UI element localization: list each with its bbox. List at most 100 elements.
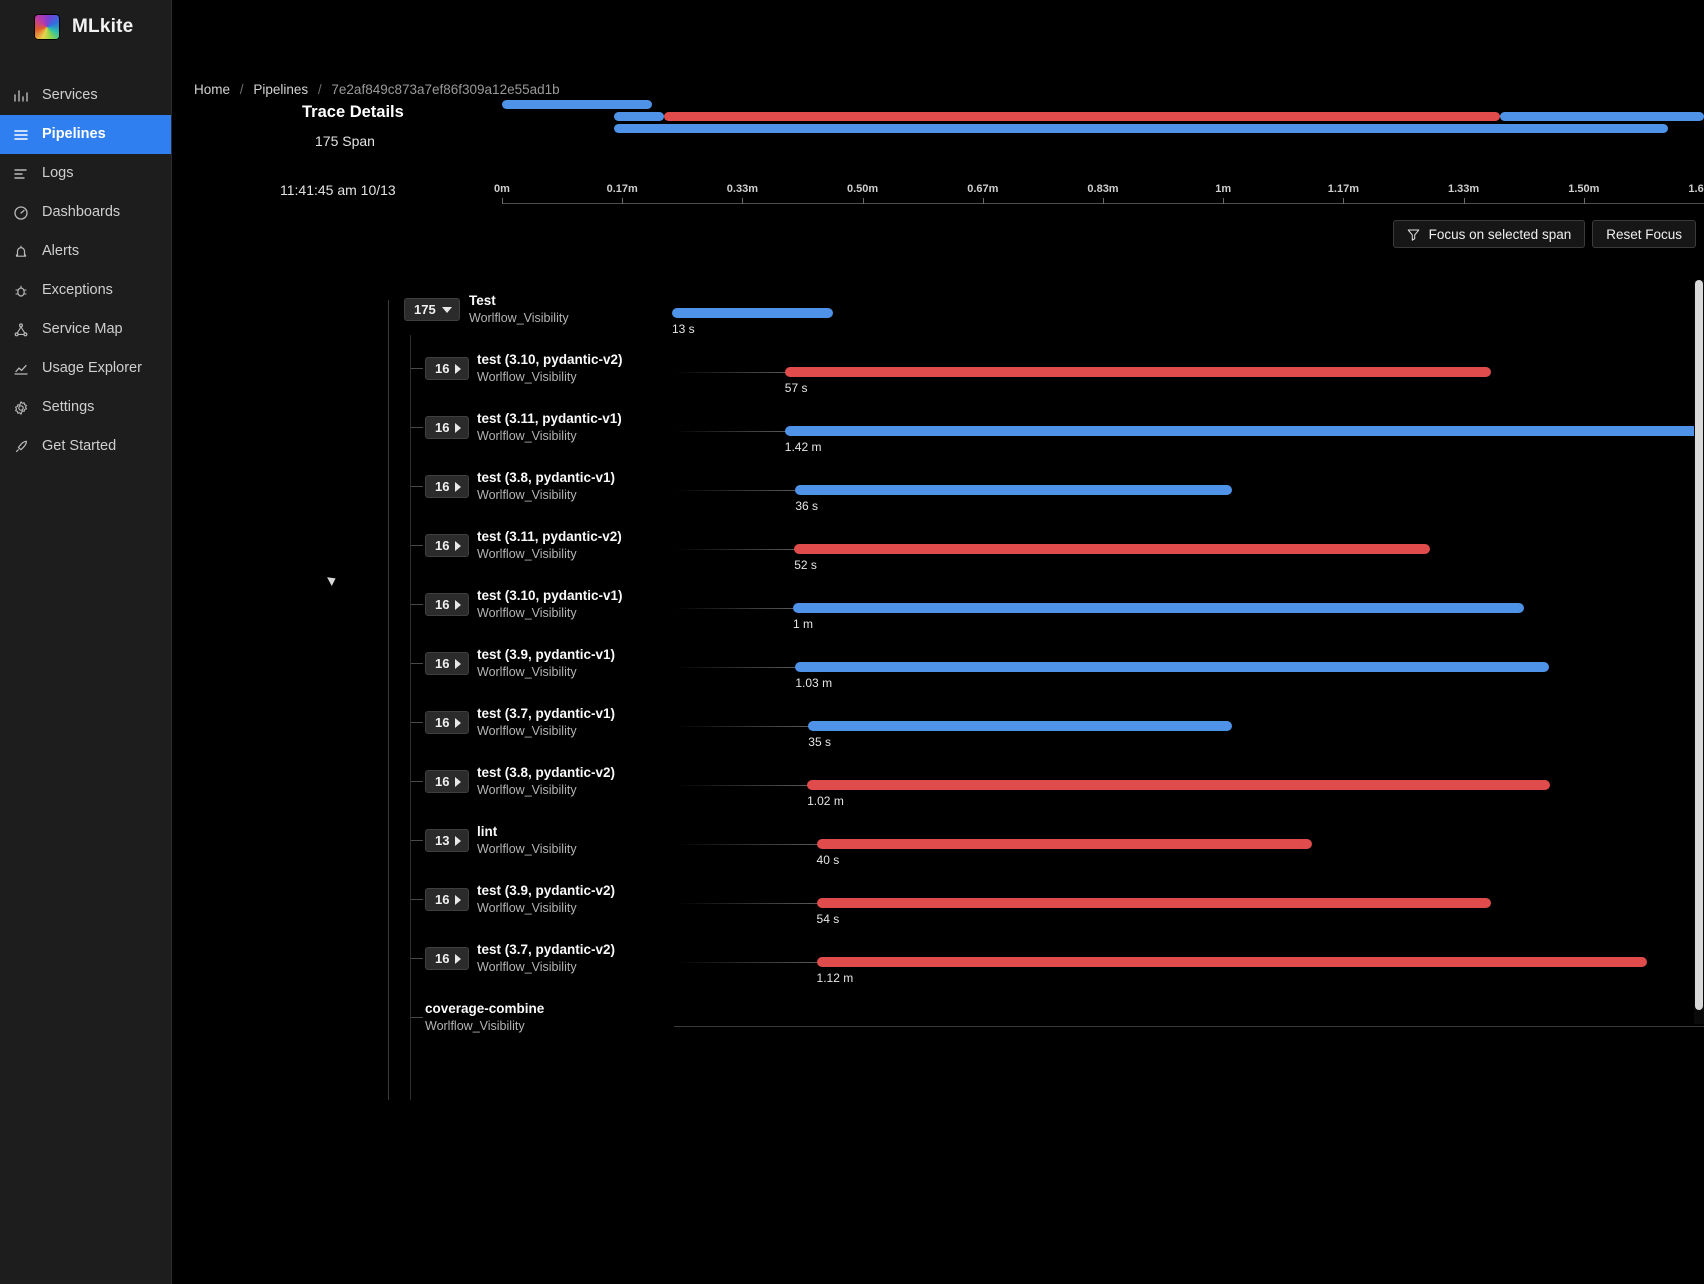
sidebar-item-pipelines[interactable]: Pipelines [0,115,171,154]
span-duration-bar[interactable] [808,721,1233,731]
bar-chart-icon [12,87,29,104]
span-service-name: Worlflow_Visibility [469,311,569,325]
sidebar-item-dashboards[interactable]: Dashboards [0,193,171,232]
sidebar-item-usage-explorer[interactable]: Usage Explorer [0,349,171,388]
axis-tick-label: 0.50m [846,183,879,195]
span-duration-bar[interactable] [816,957,1648,967]
span-row[interactable]: 16 test (3.11, pydantic-v2) Worlflow_Visib… [172,522,1704,581]
prism-logo-icon [34,14,60,40]
span-child-count-toggle[interactable]: 16 [425,416,470,439]
sidebar-item-logs[interactable]: Logs [0,154,171,193]
chevron-down-icon [441,306,452,313]
span-row-bar-cell: 57 s [672,345,1704,404]
axis-tick [622,198,624,204]
reset-focus-button[interactable]: Reset Focus [1592,220,1696,248]
span-duration-bar[interactable] [795,662,1549,672]
span-row[interactable]: 16 test (3.9, pydantic-v1) Worlflow_Visibi… [172,640,1704,699]
span-name: test (3.8, pydantic-v1) [477,470,616,485]
span-name: Test [469,293,496,308]
breadcrumb-home[interactable]: Home [194,82,230,97]
span-row[interactable]: 16 test (3.7, pydantic-v2) Worlflow_Visibi… [172,935,1704,994]
axis-tick [502,198,503,204]
span-row[interactable]: 16 test (3.8, pydantic-v2) Worlflow_Visibi… [172,758,1704,817]
span-child-count: 16 [435,420,450,435]
scrollbar-thumb[interactable] [1695,280,1703,1010]
span-duration-bar[interactable] [794,544,1430,554]
sidebar-item-get-started[interactable]: Get Started [0,427,171,466]
span-service-name: Worlflow_Visibility [477,783,577,797]
span-row[interactable]: 175 Test Worlflow_Visibility 13 s [172,286,1704,345]
span-row-label-cell: coverage-combine Worlflow_Visibility [172,994,672,1053]
span-service-name: Worlflow_Visibility [477,547,577,561]
span-child-count-toggle[interactable]: 13 [425,829,470,852]
chevron-right-icon [455,953,462,964]
span-row[interactable]: coverage-combine Worlflow_Visibility [172,994,1704,1053]
span-row-bar-cell: 1 m [672,581,1704,640]
span-row-bar-cell: 35 s [672,699,1704,758]
minimap-bar [502,100,653,109]
breadcrumb-pipelines[interactable]: Pipelines [253,82,308,97]
span-child-count-toggle[interactable]: 16 [425,475,470,498]
span-duration-bar[interactable] [784,367,1491,377]
span-child-count-toggle[interactable]: 16 [425,947,470,970]
span-duration-label: 35 s [808,735,831,749]
span-row[interactable]: 16 test (3.10, pydantic-v1) Worlflow_Visib… [172,581,1704,640]
span-duration-label: 13 s [672,322,695,336]
span-service-name: Worlflow_Visibility [477,901,577,915]
span-duration-bar[interactable] [672,308,833,318]
bell-icon [12,243,29,260]
sidebar-item-label: Services [42,87,98,104]
span-count: 175 Span [315,133,375,149]
main-content: Home / Pipelines / 7e2af849c873a7ef86f30… [172,0,1704,1284]
waterfall-scrollbar[interactable] [1694,280,1704,1024]
span-service-name: Worlflow_Visibility [425,1019,525,1033]
span-child-count-toggle[interactable]: 16 [425,652,470,675]
span-lead-line [674,903,819,904]
span-row-bar-cell: 40 s [672,817,1704,876]
span-row[interactable]: 16 test (3.8, pydantic-v1) Worlflow_Visibi… [172,463,1704,522]
span-duration-bar[interactable] [816,839,1313,849]
axis-tick [1463,198,1465,204]
span-duration-label: 57 s [784,381,808,395]
breadcrumb-separator-2: / [317,82,322,97]
span-row-label-cell: 16 test (3.7, pydantic-v1) Worlflow_Visibi… [172,699,672,758]
brand[interactable]: MLkite [0,0,171,54]
sidebar-item-label: Alerts [42,243,80,260]
span-duration-bar[interactable] [793,603,1524,613]
chevron-right-icon [455,599,462,610]
span-duration-label: 1.02 m [807,794,844,808]
focus-on-selected-span-button[interactable]: Focus on selected span [1392,220,1586,248]
sidebar-item-alerts[interactable]: Alerts [0,232,171,271]
span-child-count-toggle[interactable]: 16 [425,770,470,793]
sidebar-item-settings[interactable]: Settings [0,388,171,427]
span-duration-label: 1.03 m [795,676,833,690]
span-row[interactable]: 16 test (3.10, pydantic-v2) Worlflow_Visib… [172,345,1704,404]
span-row[interactable]: 16 test (3.9, pydantic-v2) Worlflow_Visibi… [172,876,1704,935]
span-child-count-toggle[interactable]: 16 [425,534,470,557]
span-child-count-toggle[interactable]: 16 [425,357,470,380]
span-duration-bar[interactable] [807,780,1550,790]
span-child-count-toggle[interactable]: 16 [425,593,470,616]
axis-tick-label: 0.33m [726,183,758,195]
span-name: test (3.9, pydantic-v1) [477,647,616,662]
span-row[interactable]: 16 test (3.11, pydantic-v1) Worlflow_Visib… [172,404,1704,463]
span-duration-bar[interactable] [816,898,1491,908]
span-row[interactable]: 16 test (3.7, pydantic-v1) Worlflow_Visibi… [172,699,1704,758]
span-child-count-toggle[interactable]: 16 [425,888,470,911]
chevron-right-icon [455,658,462,669]
trace-minimap[interactable] [502,96,1704,141]
sidebar-item-services[interactable]: Services [0,76,171,115]
span-row-label-cell: 16 test (3.8, pydantic-v1) Worlflow_Visibi… [172,463,672,522]
sidebar-item-service-map[interactable]: Service Map [0,310,171,349]
span-service-name: Worlflow_Visibility [477,665,577,679]
span-row[interactable]: 13 lint Worlflow_Visibility 40 s [172,817,1704,876]
tree-connector [411,958,423,959]
span-child-count-toggle[interactable]: 175 [404,298,460,321]
span-child-count: 16 [435,774,450,789]
span-duration-bar[interactable] [795,485,1233,495]
span-child-count-toggle[interactable]: 16 [425,711,470,734]
sidebar-item-exceptions[interactable]: Exceptions [0,271,171,310]
axis-tick [1223,198,1225,204]
span-duration-bar[interactable] [784,426,1704,436]
axis-tick-label: 1.33m [1447,183,1480,195]
